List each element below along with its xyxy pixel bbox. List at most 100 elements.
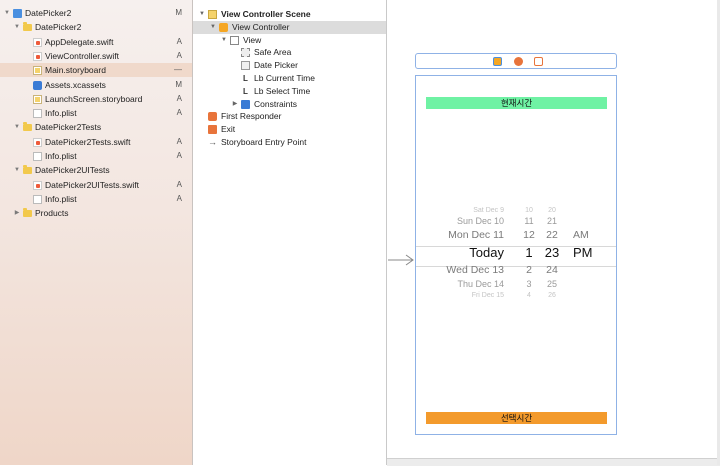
- disclosure-open-icon[interactable]: ▼: [198, 8, 206, 21]
- navigator-item[interactable]: ▼ DatePicker2 M: [0, 6, 192, 20]
- entry-arrow-icon: →: [208, 137, 217, 147]
- picker-row[interactable]: Wed Dec 13 2 24: [416, 263, 616, 278]
- picker-date-cell: Sat Dec 9: [473, 207, 504, 214]
- picker-row-selected[interactable]: Today 1 23 PM: [416, 243, 616, 263]
- picker-row[interactable]: Sun Dec 10 11 21: [416, 215, 616, 228]
- picker-date-cell: Thu Dec 14: [457, 279, 504, 289]
- swift-file-icon: [33, 51, 42, 61]
- outline-item[interactable]: ▼ View Controller: [193, 20, 386, 34]
- scene-dock[interactable]: [415, 53, 617, 69]
- navigator-item-label: DatePicker2: [25, 8, 72, 18]
- picker-ampm-cell: AM: [573, 229, 589, 241]
- outline-item-label: Lb Select Time: [254, 85, 311, 96]
- navigator-item-label: ViewController.swift: [45, 50, 120, 61]
- picker-row[interactable]: Fri Dec 15 4 26: [416, 291, 616, 300]
- navigator-item[interactable]: Info.plist A: [0, 106, 192, 120]
- navigator-item[interactable]: ▼ DatePicker2UITests: [0, 163, 192, 177]
- outline-item[interactable]: ▼ View: [193, 34, 386, 47]
- navigator-item-label: Products: [35, 208, 69, 219]
- picker-row[interactable]: Mon Dec 11 12 22 AM: [416, 228, 616, 243]
- label-icon: L: [243, 74, 248, 83]
- outline-item[interactable]: Safe Area: [193, 46, 386, 59]
- outline-item-label: First Responder: [221, 111, 282, 122]
- navigator-item-label: DatePicker2Tests: [35, 122, 102, 133]
- outline-item-label: Date Picker: [254, 60, 298, 71]
- disclosure-open-icon[interactable]: ▼: [3, 6, 11, 20]
- picker-hour-cell: 1: [525, 245, 533, 260]
- disclosure-closed-icon[interactable]: ▶: [231, 98, 239, 111]
- navigator-item[interactable]: Info.plist A: [0, 149, 192, 163]
- swift-file-icon: [33, 137, 42, 147]
- entry-arrow-icon[interactable]: [387, 254, 415, 266]
- navigator-item[interactable]: AppDelegate.swift A: [0, 35, 192, 49]
- source-control-status: A: [176, 193, 182, 203]
- outline-item[interactable]: L Lb Select Time: [193, 85, 386, 98]
- plist-file-icon: [33, 109, 42, 119]
- project-icon: [13, 9, 22, 18]
- picker-date-cell: Wed Dec 13: [446, 264, 504, 276]
- select-time-label[interactable]: 선택시간: [426, 412, 607, 424]
- outline-item[interactable]: First Responder: [193, 110, 386, 123]
- outline-item-label: View Controller Scene: [221, 9, 311, 19]
- outline-item-label: Safe Area: [254, 47, 292, 58]
- disclosure-open-icon[interactable]: ▼: [13, 120, 21, 134]
- picker-minute-cell: 23: [544, 245, 560, 260]
- disclosure-closed-icon[interactable]: ▶: [13, 206, 21, 220]
- outline-item[interactable]: ▼ View Controller Scene: [193, 8, 386, 21]
- outline-item[interactable]: ▶ Constraints: [193, 98, 386, 111]
- navigator-item-label: Assets.xcassets: [45, 79, 106, 90]
- view-controller-frame[interactable]: 현재시간 Sat Dec 9 10 20 Sun Dec 10 11 21 Mon Dec …: [415, 75, 617, 435]
- picker-hour-cell: 4: [527, 292, 531, 299]
- document-outline: ▼ View Controller Scene ▼ View Controller ▼ V…: [193, 0, 387, 465]
- storyboard-file-icon: [33, 94, 42, 104]
- picker-date-cell: Sun Dec 10: [456, 216, 504, 226]
- navigator-item-label: Main.storyboard: [45, 65, 106, 76]
- source-control-status: A: [176, 93, 182, 103]
- navigator-item[interactable]: ▼ DatePicker2: [0, 20, 192, 34]
- constraints-icon: [241, 99, 250, 109]
- disclosure-open-icon[interactable]: ▼: [220, 34, 228, 47]
- navigator-item[interactable]: Main.storyboard —: [0, 63, 192, 78]
- navigator-item[interactable]: LaunchScreen.storyboard A: [0, 92, 192, 106]
- navigator-item-label: AppDelegate.swift: [45, 36, 114, 47]
- navigator-item[interactable]: Info.plist A: [0, 192, 192, 206]
- source-control-status: A: [176, 179, 182, 189]
- disclosure-open-icon[interactable]: ▼: [13, 20, 21, 34]
- picker-hour-cell: 12: [523, 229, 535, 241]
- picker-hour-cell: 3: [526, 279, 532, 289]
- outline-item[interactable]: → Storyboard Entry Point: [193, 136, 386, 149]
- source-control-status: A: [176, 50, 182, 60]
- source-control-status: A: [176, 108, 182, 118]
- outline-item[interactable]: Exit: [193, 123, 386, 136]
- navigator-item[interactable]: ViewController.swift A: [0, 49, 192, 63]
- source-control-status: A: [176, 151, 182, 160]
- navigator-item[interactable]: ▶ Products: [0, 206, 192, 220]
- folder-icon: [23, 122, 32, 132]
- outline-item[interactable]: L Lb Current Time: [193, 72, 386, 85]
- date-picker[interactable]: Sat Dec 9 10 20 Sun Dec 10 11 21 Mon Dec 11 12 2…: [416, 206, 616, 306]
- navigator-item-label: DatePicker2Tests.swift: [45, 136, 131, 147]
- navigator-item[interactable]: ▼ DatePicker2Tests: [0, 120, 192, 134]
- outline-item-label: Exit: [221, 124, 236, 135]
- source-control-status: A: [176, 136, 182, 146]
- navigator-item[interactable]: Assets.xcassets M: [0, 78, 192, 92]
- exit-icon[interactable]: [534, 57, 543, 66]
- picker-minute-cell: 26: [548, 292, 556, 299]
- picker-row[interactable]: Thu Dec 14 3 25: [416, 278, 616, 291]
- disclosure-open-icon[interactable]: ▼: [13, 163, 21, 177]
- outline-item[interactable]: Date Picker: [193, 59, 386, 72]
- navigator-item[interactable]: DatePicker2Tests.swift A: [0, 135, 192, 149]
- safe-area-icon: [241, 48, 250, 58]
- first-responder-icon: [208, 112, 217, 122]
- current-time-label[interactable]: 현재시간: [426, 97, 607, 109]
- picker-date-cell: Today: [469, 245, 504, 260]
- view-controller-icon[interactable]: [493, 57, 502, 66]
- picker-row[interactable]: Sat Dec 9 10 20: [416, 206, 616, 215]
- first-responder-icon[interactable]: [514, 57, 523, 66]
- navigator-item-label: LaunchScreen.storyboard: [45, 93, 143, 104]
- view-icon: [230, 35, 239, 45]
- navigator-item[interactable]: DatePicker2UITests.swift A: [0, 178, 192, 192]
- outline-item-label: Constraints: [254, 98, 297, 109]
- storyboard-canvas[interactable]: 현재시간 Sat Dec 9 10 20 Sun Dec 10 11 21 Mon Dec …: [387, 0, 720, 466]
- disclosure-open-icon[interactable]: ▼: [209, 21, 217, 34]
